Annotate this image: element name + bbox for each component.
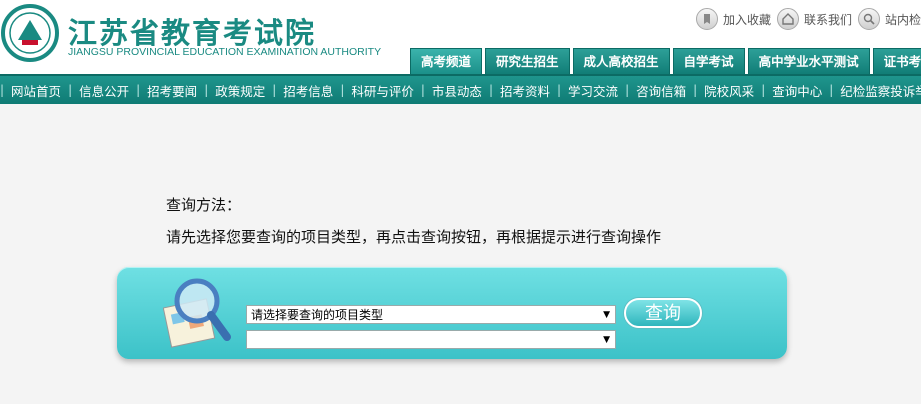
tab-self-study[interactable]: 自学考试 (672, 48, 745, 75)
nav-info-public[interactable]: 信息公开 (72, 81, 136, 100)
sub-item-select[interactable]: ▼ (246, 330, 616, 349)
nav-complaint[interactable]: 纪检监察投诉举报 (833, 81, 921, 100)
nav-policy[interactable]: 政策规定 (208, 81, 272, 100)
top-links: 加入收藏 联系我们 站内检 (690, 8, 921, 30)
nav-query-center[interactable]: 查询中心 (765, 81, 829, 100)
tab-certificate[interactable]: 证书考试 (872, 48, 921, 75)
dropdown-arrow-icon: ▼ (603, 310, 610, 320)
query-panel: 请选择要查询的项目类型 ▼ ▼ 查询 (117, 267, 787, 359)
nav-exchange[interactable]: 学习交流 (561, 81, 625, 100)
header: 江苏省教育考试院 JIANGSU PROVINCIAL EDUCATION EX… (0, 0, 921, 75)
contact-us-label: 联系我们 (803, 12, 852, 27)
nav-local[interactable]: 市县动态 (425, 81, 489, 100)
nav-home[interactable]: 网站首页 (4, 81, 68, 100)
main-nav: | 网站首页 | 信息公开 | 招考要闻 | 政策规定 | 招考信息 | 科研与评价 | 市… (0, 74, 921, 104)
add-favorite-label: 加入收藏 (722, 12, 771, 27)
search-icon (857, 8, 880, 30)
channel-tabs: 高考频道 研究生招生 成人高校招生 自学考试 高中学业水平测试 证书考试 (410, 48, 921, 75)
project-type-select[interactable]: 请选择要查询的项目类型 ▼ (246, 305, 616, 324)
main-content: 查询方法： 请先选择您要查询的项目类型，再点击查询按钮，再根据提示进行查询操作 … (0, 104, 921, 404)
nav-exam-info[interactable]: 招考信息 (276, 81, 340, 100)
nav-mailbox[interactable]: 咨询信箱 (629, 81, 693, 100)
contact-us-link[interactable]: 联系我们 (776, 8, 852, 30)
method-description: 请先选择您要查询的项目类型，再点击查询按钮，再根据提示进行查询操作 (166, 228, 662, 246)
tab-adult[interactable]: 成人高校招生 (572, 48, 670, 75)
bookmark-icon (695, 8, 718, 30)
method-title: 查询方法： (166, 196, 242, 214)
home-icon (776, 8, 799, 30)
site-search-label: 站内检 (884, 12, 921, 27)
nav-materials[interactable]: 招考资料 (493, 81, 557, 100)
tab-graduate[interactable]: 研究生招生 (485, 48, 570, 75)
nav-schools[interactable]: 院校风采 (697, 81, 761, 100)
magnifier-icon (163, 278, 231, 348)
add-favorite-link[interactable]: 加入收藏 (695, 8, 771, 30)
logo-emblem (1, 4, 59, 62)
tab-gaokao[interactable]: 高考频道 (410, 48, 483, 75)
nav-research[interactable]: 科研与评价 (344, 81, 421, 100)
dropdown-arrow-icon: ▼ (603, 335, 610, 345)
query-button[interactable]: 查询 (624, 298, 702, 328)
nav-news[interactable]: 招考要闻 (140, 81, 204, 100)
project-type-value: 请选择要查询的项目类型 (251, 308, 384, 322)
site-title-en: JIANGSU PROVINCIAL EDUCATION EXAMINATION… (68, 46, 382, 58)
tab-proficiency[interactable]: 高中学业水平测试 (747, 48, 870, 75)
site-search-link[interactable]: 站内检 (857, 8, 921, 30)
